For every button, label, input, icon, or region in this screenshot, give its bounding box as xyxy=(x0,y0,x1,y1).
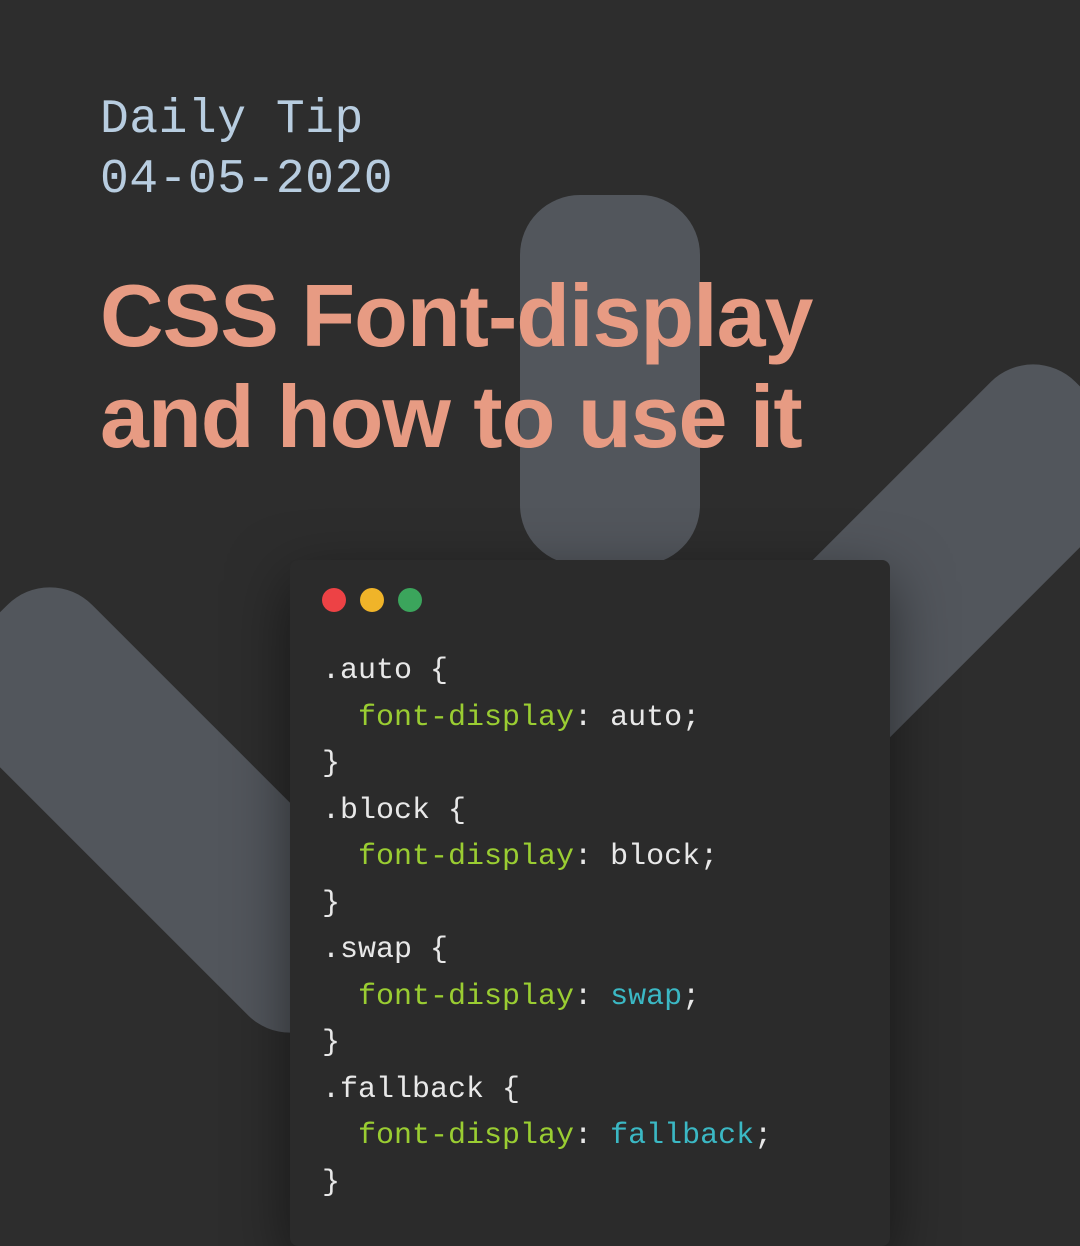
dot-close-icon xyxy=(322,588,346,612)
code-window: .auto { font-display: auto; } .block { f… xyxy=(290,560,890,1246)
eyebrow-date: 04-05-2020 xyxy=(100,150,980,210)
window-dots xyxy=(322,588,858,612)
code-block: .auto { font-display: auto; } .block { f… xyxy=(322,648,858,1206)
eyebrow-label: Daily Tip xyxy=(100,90,980,150)
content-wrap: Daily Tip 04-05-2020 CSS Font-display an… xyxy=(0,0,1080,467)
page-title: CSS Font-display and how to use it xyxy=(100,265,980,467)
dot-minimize-icon xyxy=(360,588,384,612)
dot-maximize-icon xyxy=(398,588,422,612)
eyebrow: Daily Tip 04-05-2020 xyxy=(100,90,980,210)
